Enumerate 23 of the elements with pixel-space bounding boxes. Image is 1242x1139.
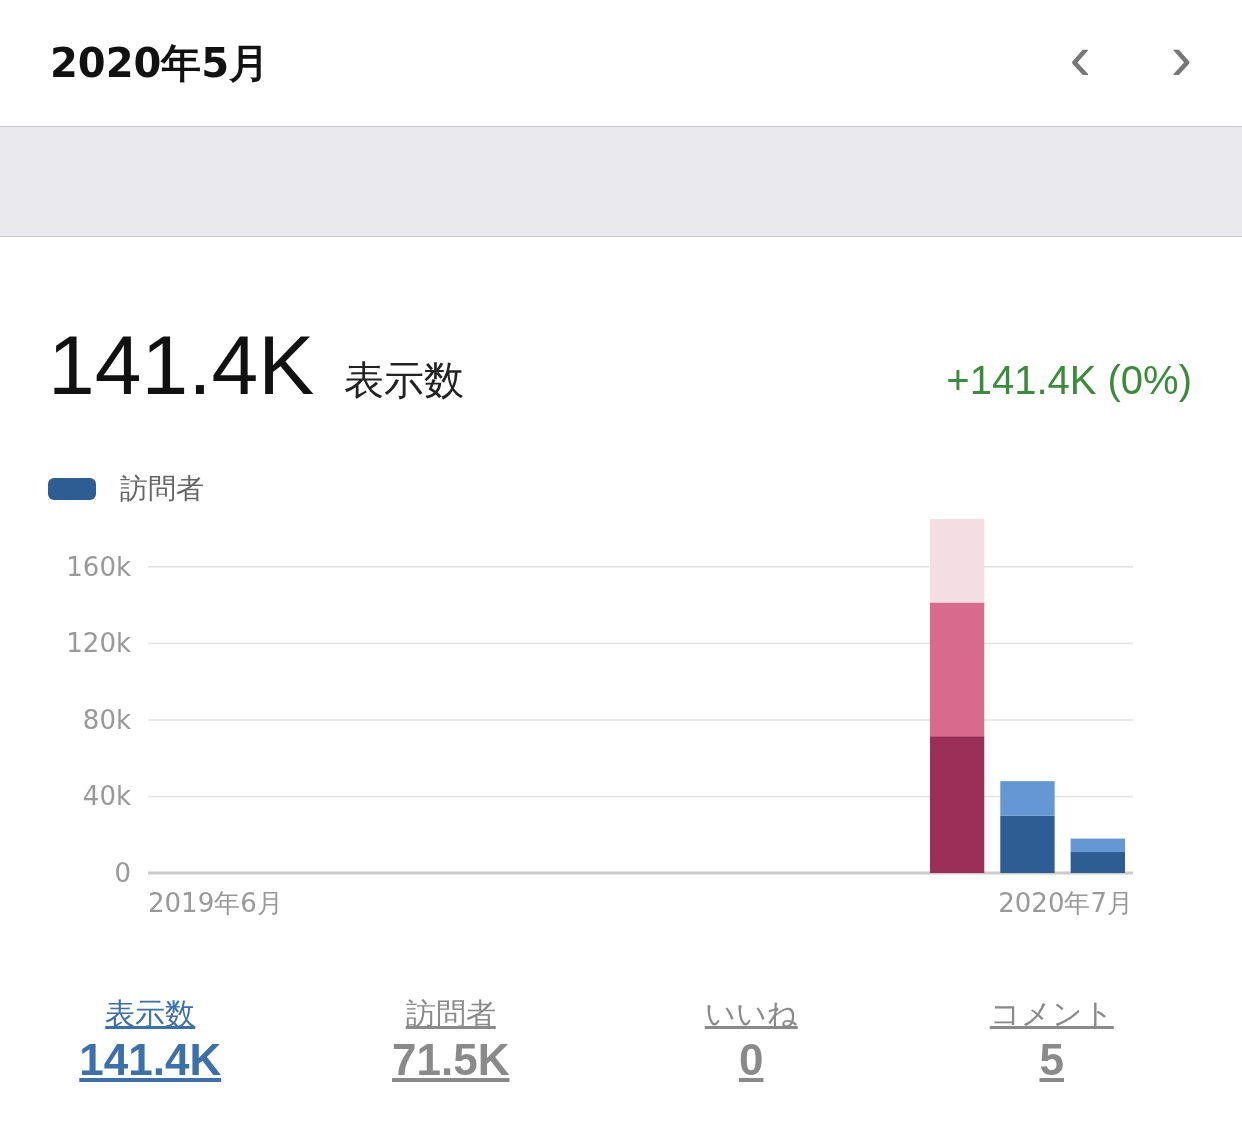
axis-label: 2020年7月: [998, 888, 1133, 918]
bar[interactable]: [929, 602, 985, 737]
legend-label: 訪問者: [120, 471, 204, 507]
axis-label: 80k: [82, 704, 131, 735]
total-label: 表示数: [344, 356, 466, 405]
bar[interactable]: [1000, 815, 1055, 873]
stat-tab[interactable]: 表示数 141.4K: [0, 994, 301, 1085]
axis-label: 160k: [66, 551, 131, 582]
axis-label: 0: [114, 858, 131, 888]
total-value: 141.4K: [48, 317, 315, 414]
previous-button[interactable]: ‹: [1069, 25, 1091, 101]
change-value: +141.4K (0%): [946, 358, 1192, 403]
axis-label: 120k: [66, 628, 131, 659]
bar[interactable]: [929, 736, 985, 873]
bar[interactable]: [1070, 838, 1125, 852]
stat-tab[interactable]: 訪問者 71.5K: [300, 994, 601, 1085]
next-button[interactable]: ›: [1170, 25, 1192, 101]
axis-label: 40k: [82, 781, 131, 812]
axis-label: 2019年6月: [148, 888, 283, 918]
bar[interactable]: [1070, 851, 1125, 873]
month-title: 2020年5月: [50, 38, 271, 88]
stat-tab[interactable]: コメント 5: [901, 994, 1202, 1085]
stat-tab[interactable]: いいね 0: [601, 994, 902, 1085]
